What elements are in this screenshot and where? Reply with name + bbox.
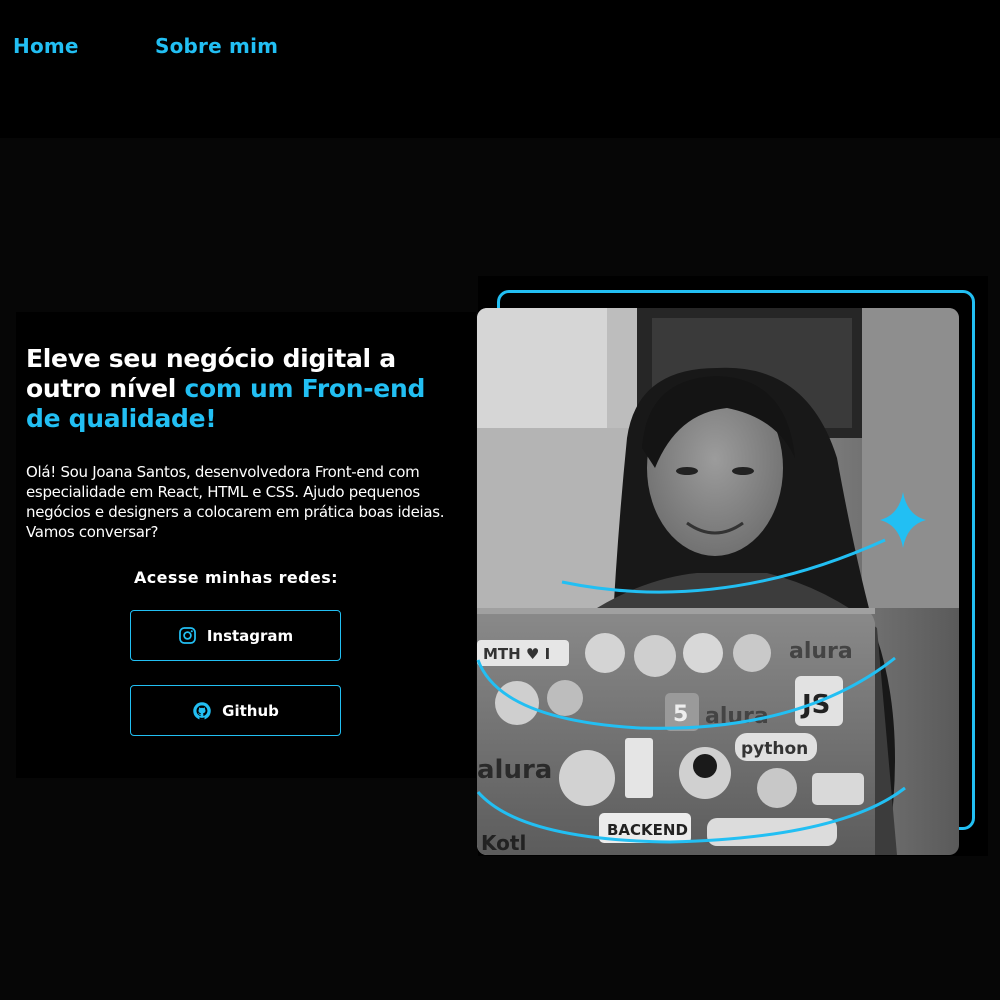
sticker-text-6: BACKEND [607, 821, 688, 839]
github-icon [192, 701, 212, 721]
hero-intro: Olá! Sou Joana Santos, desenvolvedora Fr… [26, 463, 445, 541]
instagram-label: Instagram [206, 626, 294, 645]
site-header: Home Sobre mim [0, 0, 1000, 138]
hero-headline: Eleve seu negócio digital a outro nível … [26, 344, 466, 434]
github-label: Github [222, 701, 279, 720]
instagram-icon [178, 626, 197, 645]
sticker-text-5: alura [477, 755, 552, 785]
sticker-text-7: Kotl [481, 831, 526, 855]
profile-photo: MTH ♥ I alura JS alura 5 python alura BA… [477, 308, 959, 855]
instagram-button[interactable]: Instagram [130, 610, 341, 661]
nav-about-link[interactable]: Sobre mim [155, 33, 278, 59]
sticker-text-3: alura [705, 704, 769, 729]
nav-home-link[interactable]: Home [13, 33, 79, 59]
sticker-text-8: 5 [673, 702, 688, 727]
sticker-text-0: MTH ♥ I [483, 645, 550, 663]
sticker-text-1: alura [789, 639, 853, 664]
social-title: Acesse minhas redes: [134, 568, 338, 587]
github-button[interactable]: Github [130, 685, 341, 736]
sticker-text-4: python [741, 739, 808, 759]
sticker-text-2: JS [800, 690, 830, 720]
